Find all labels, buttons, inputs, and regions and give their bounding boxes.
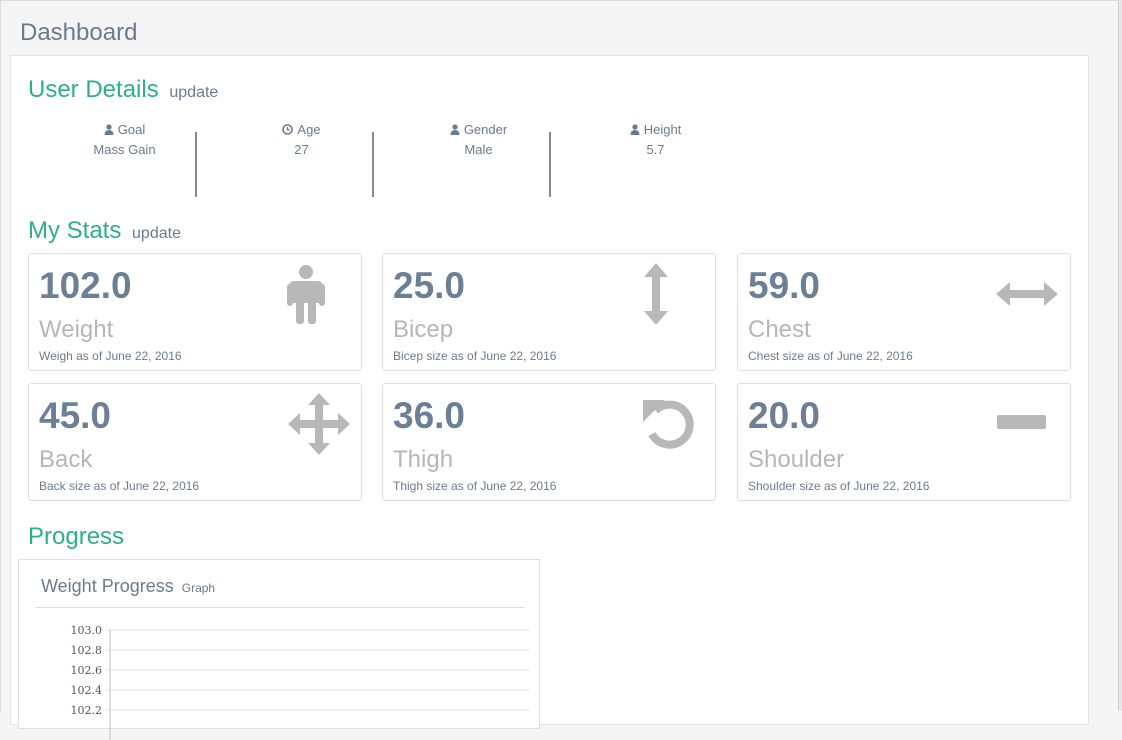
my-stats-update-link[interactable]: update [132,225,181,242]
user-details-title: User Details [28,76,159,103]
detail-goal: Goal Mass Gain [36,121,213,197]
stat-subtitle: Bicep size as of June 22, 2016 [393,349,557,363]
detail-height-label: Height [643,122,682,137]
vertical-arrows-icon [643,263,669,330]
detail-age-value: 27 [294,142,309,157]
stat-value: 45.0 [39,395,112,436]
detail-goal-label: Goal [117,122,146,137]
user-icon [104,122,114,140]
stat-card-shoulder: 20.0 Shoulder Shoulder size as of June 2… [737,383,1071,501]
undo-icon [641,396,697,457]
user-details-update-link[interactable]: update [169,84,218,101]
detail-gender-label: Gender [463,122,508,137]
stat-name: Weight [39,316,114,343]
weight-progress-chart: 103.0102.8102.6102.4102.2 [71,624,530,740]
detail-age: Age 27 [213,121,390,197]
stat-name: Shoulder [748,446,845,473]
stat-value: 102.0 [39,265,132,306]
detail-goal-value: Mass Gain [93,142,156,157]
y-tick-label: 102.8 [71,644,103,657]
minus-icon [997,415,1046,434]
stat-card-thigh: 36.0 Thigh Thigh size as of June 22, 201… [382,383,716,501]
page-title: Dashboard [20,19,138,46]
y-tick-label: 102.6 [71,664,103,677]
stat-name: Thigh [393,446,454,473]
stat-subtitle: Weigh as of June 22, 2016 [39,349,182,363]
progress-heading: Progress [28,523,124,551]
stat-subtitle: Shoulder size as of June 22, 2016 [748,479,930,493]
detail-gender-value: Male [464,142,493,157]
my-stats-heading: My Stats update [28,217,181,245]
stat-subtitle: Chest size as of June 22, 2016 [748,349,913,363]
graph-tag: Graph [181,581,216,595]
graph-heading: Weight Progress Graph [41,576,215,597]
weight-progress-panel: Weight Progress Graph 103.0 102.8 102.6 102.… [18,559,540,740]
y-tick-label: 102.4 [71,684,103,697]
stat-value: 59.0 [748,265,821,306]
user-details-row: Goal Mass Gain Age 27 Gender Male Height… [36,121,736,197]
stat-subtitle: Thigh size as of June 22, 2016 [393,479,557,493]
y-tick-label: 103.0 [71,624,103,637]
my-stats-title: My Stats [28,217,122,244]
graph-title: Weight Progress [41,576,174,596]
detail-age-label: Age [297,122,321,137]
stat-value: 25.0 [393,265,466,306]
stat-card-chest: 59.0 Chest Chest size as of June 22, 201… [737,253,1071,371]
detail-divider [195,132,197,197]
stat-name: Back [39,446,93,473]
user-icon [630,122,640,140]
horizontal-arrows-icon [996,281,1058,312]
stat-subtitle: Back size as of June 22, 2016 [39,479,200,493]
detail-height: Height 5.7 [567,121,744,197]
stat-card-weight: 102.0 Weight Weigh as of June 22, 2016 [28,253,362,371]
stat-name: Chest [748,316,811,343]
user-icon [450,122,460,140]
person-icon [287,264,325,331]
move-arrows-icon [288,393,350,460]
detail-divider [372,132,374,197]
stat-value: 36.0 [393,395,466,436]
scrollbar[interactable] [1118,0,1122,711]
detail-height-value: 5.7 [646,142,665,157]
clock-icon [282,122,294,140]
detail-gender: Gender Male [390,121,567,197]
stat-card-back: 45.0 Back Back size as of June 22, 2016 [28,383,362,501]
user-details-heading: User Details update [28,76,218,104]
stat-name: Bicep [393,316,454,343]
detail-divider [549,132,551,197]
graph-divider [36,607,524,608]
stat-value: 20.0 [748,395,821,436]
stat-card-bicep: 25.0 Bicep Bicep size as of June 22, 201… [382,253,716,371]
progress-title: Progress [28,523,125,550]
